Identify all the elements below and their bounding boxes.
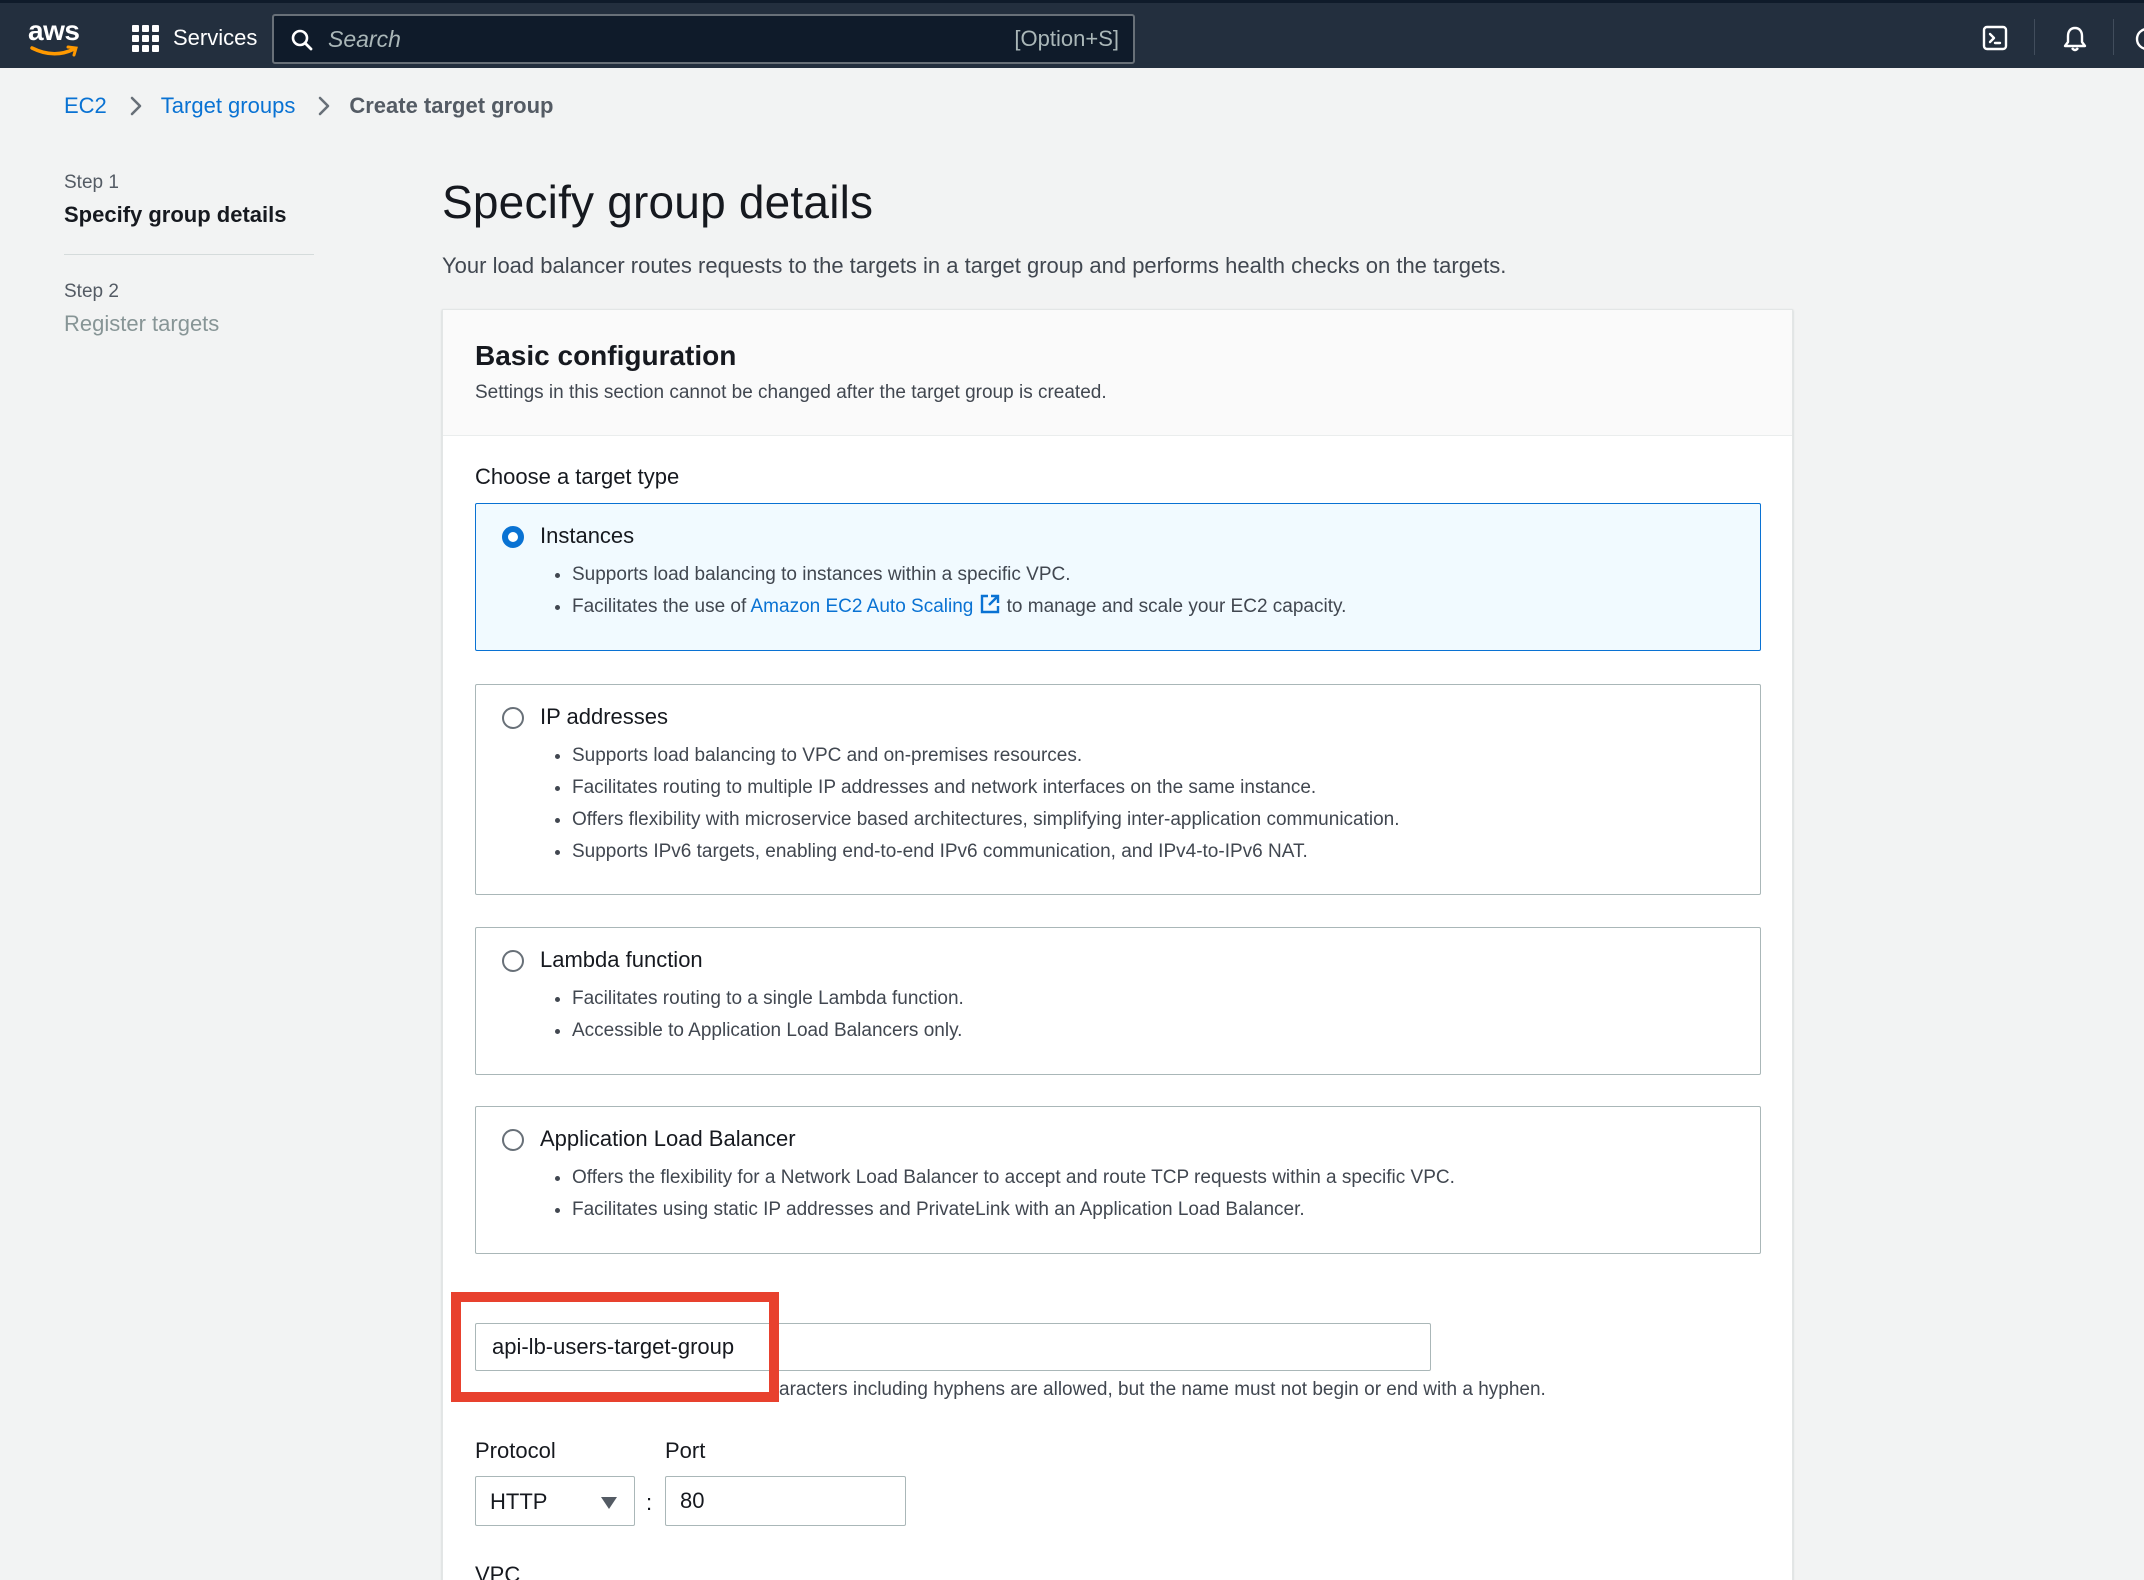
bullet-item: Supports IPv6 targets, enabling end-to-e… xyxy=(572,836,1400,868)
radio-selected[interactable] xyxy=(502,526,524,548)
port-label: Port xyxy=(665,1438,706,1463)
aws-logo[interactable]: aws xyxy=(28,15,84,59)
global-search[interactable]: [Option+S] xyxy=(272,14,1135,64)
port-input[interactable] xyxy=(665,1476,906,1526)
radio-unselected[interactable] xyxy=(502,1129,524,1151)
bullet-item: Accessible to Application Load Balancers… xyxy=(572,1015,964,1047)
protocol-select[interactable]: HTTP xyxy=(475,1476,635,1526)
basic-configuration-panel: Basic configuration Settings in this sec… xyxy=(442,309,1793,1580)
tile-bullets: Supports load balancing to instances wit… xyxy=(572,559,1346,623)
bullet-item: Offers the flexibility for a Network Loa… xyxy=(572,1162,1455,1194)
wizard-steps: Step 1 Specify group details Step 2 Regi… xyxy=(64,172,314,337)
tile-bullets: Facilitates routing to a single Lambda f… xyxy=(572,983,964,1047)
name-constraint-hint: aracters including hyphens are allowed, … xyxy=(779,1379,1546,1400)
bullet-item: Facilitates the use of Amazon EC2 Auto S… xyxy=(572,591,1346,623)
step-1: Step 1 Specify group details xyxy=(64,172,314,228)
annotation-highlight-box xyxy=(451,1292,779,1402)
ec2-auto-scaling-link[interactable]: Amazon EC2 Auto Scaling xyxy=(751,596,974,617)
aws-logo-text: aws xyxy=(28,15,80,46)
target-type-ip-addresses-tile[interactable]: IP addresses Supports load balancing to … xyxy=(475,684,1761,895)
protocol-port-separator: : xyxy=(646,1490,653,1515)
vpc-label: VPC xyxy=(475,1562,521,1580)
breadcrumb-link-target-groups[interactable]: Target groups xyxy=(161,93,296,119)
tile-title: Application Load Balancer xyxy=(540,1126,796,1151)
search-shortcut-hint: [Option+S] xyxy=(1014,26,1119,51)
cloudshell-icon[interactable] xyxy=(1982,25,2008,51)
bullet-text: to manage and scale your EC2 capacity. xyxy=(1001,596,1347,617)
search-icon xyxy=(291,29,313,51)
page-title: Specify group details xyxy=(442,176,874,228)
step-2: Step 2 Register targets xyxy=(64,281,314,337)
protocol-selected-value: HTTP xyxy=(490,1489,548,1514)
tile-bullets: Offers the flexibility for a Network Loa… xyxy=(572,1162,1455,1226)
services-label: Services xyxy=(173,25,258,50)
bell-icon[interactable] xyxy=(2061,25,2089,53)
panel-title: Basic configuration xyxy=(475,340,737,371)
step-divider xyxy=(64,254,314,255)
nav-divider xyxy=(2113,19,2114,55)
tile-title: IP addresses xyxy=(540,704,669,729)
aws-smile-icon xyxy=(30,45,78,57)
chevron-right-icon xyxy=(129,95,143,117)
grid-icon xyxy=(132,24,159,52)
breadcrumb: EC2 Target groups Create target group xyxy=(64,89,553,123)
tile-bullets: Supports load balancing to VPC and on-pr… xyxy=(572,740,1400,868)
caret-down-icon xyxy=(601,1497,617,1509)
bullet-text: Facilitates the use of xyxy=(572,596,751,617)
target-type-instances-tile[interactable]: Instances Supports load balancing to ins… xyxy=(475,503,1761,651)
nav-divider xyxy=(2034,19,2035,55)
bullet-item: Facilitates routing to multiple IP addre… xyxy=(572,772,1400,804)
radio-unselected[interactable] xyxy=(502,707,524,729)
bullet-item: Supports load balancing to VPC and on-pr… xyxy=(572,740,1400,772)
protocol-label: Protocol xyxy=(475,1438,556,1463)
tile-title: Instances xyxy=(540,523,635,548)
target-type-alb-tile[interactable]: Application Load Balancer Offers the fle… xyxy=(475,1106,1761,1254)
step-title-active: Specify group details xyxy=(64,202,287,227)
chevron-right-icon xyxy=(317,95,331,117)
breadcrumb-current: Create target group xyxy=(349,93,554,118)
radio-unselected[interactable] xyxy=(502,950,524,972)
panel-header: Basic configuration Settings in this sec… xyxy=(443,310,1792,436)
bullet-item: Facilitates routing to a single Lambda f… xyxy=(572,983,964,1015)
bullet-item: Offers flexibility with microservice bas… xyxy=(572,804,1400,836)
step-number: Step 2 xyxy=(64,281,119,302)
bullet-item: Facilitates using static IP addresses an… xyxy=(572,1194,1455,1226)
tile-title: Lambda function xyxy=(540,947,703,972)
external-link-icon[interactable] xyxy=(979,593,1001,615)
page-description: Your load balancer routes requests to th… xyxy=(442,253,1507,278)
services-menu-button[interactable]: Services xyxy=(132,21,257,55)
top-navigation: aws Services [Option+S] xyxy=(0,0,2144,68)
breadcrumb-link-ec2[interactable]: EC2 xyxy=(64,93,107,119)
target-type-label: Choose a target type xyxy=(475,464,680,489)
step-title-inactive: Register targets xyxy=(64,311,220,336)
step-number: Step 1 xyxy=(64,172,119,193)
panel-subtitle: Settings in this section cannot be chang… xyxy=(475,382,1107,403)
bullet-item: Supports load balancing to instances wit… xyxy=(572,559,1346,591)
help-icon-partial[interactable] xyxy=(2134,25,2144,53)
search-input[interactable] xyxy=(328,24,928,54)
target-type-lambda-tile[interactable]: Lambda function Facilitates routing to a… xyxy=(475,927,1761,1075)
